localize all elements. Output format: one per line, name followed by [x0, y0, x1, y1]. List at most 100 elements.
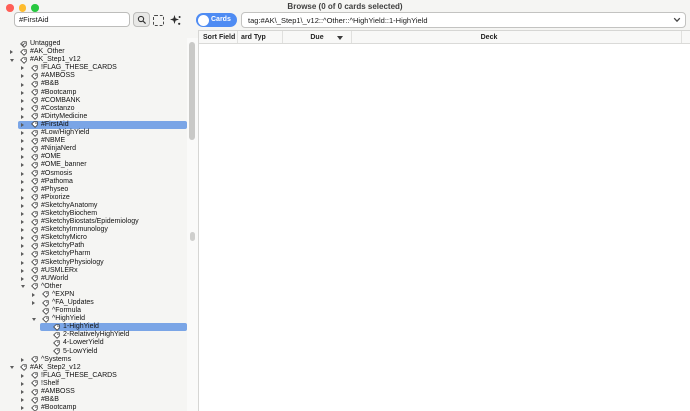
sidebar-item-fa-updates[interactable]: ^FA_Updates: [29, 299, 187, 307]
sidebar-item-ak-step2-v12[interactable]: #AK_Step2_v12: [7, 364, 187, 372]
table-body-empty[interactable]: [199, 44, 690, 411]
sidebar-item-shelf[interactable]: !Shelf: [18, 380, 187, 388]
sidebar-item-amboss[interactable]: #AMBOSS: [18, 388, 187, 396]
expander-collapsed-icon[interactable]: [21, 276, 31, 281]
sidebar-item-flag-these-cards[interactable]: !FLAG_THESE_CARDS: [18, 372, 187, 380]
expander-collapsed-icon[interactable]: [21, 244, 31, 249]
expander-collapsed-icon[interactable]: [21, 406, 31, 411]
sidebar-item-bootcamp[interactable]: #Bootcamp: [18, 89, 187, 97]
sidebar-item-other[interactable]: ^Other: [18, 283, 187, 291]
sidebar-item-sketchymicro[interactable]: #SketchyMicro: [18, 234, 187, 242]
expander-collapsed-icon[interactable]: [21, 236, 31, 241]
sidebar-item-combank[interactable]: #COMBANK: [18, 97, 187, 105]
chevron-down-icon[interactable]: [673, 17, 681, 23]
search-query-input[interactable]: [242, 13, 668, 27]
expander-expanded-icon[interactable]: [10, 58, 20, 62]
expander-collapsed-icon[interactable]: [21, 122, 31, 127]
expander-collapsed-icon[interactable]: [21, 131, 31, 136]
sidebar-item-usmlerx[interactable]: #USMLERx: [18, 267, 187, 275]
expander-collapsed-icon[interactable]: [10, 50, 20, 55]
sidebar-item-nbme[interactable]: #NBME: [18, 137, 187, 145]
cards-notes-toggle[interactable]: Cards: [196, 13, 237, 27]
expander-collapsed-icon[interactable]: [21, 171, 31, 176]
expander-expanded-icon[interactable]: [21, 285, 31, 289]
sidebar-item-sketchyphysiology[interactable]: #SketchyPhysiology: [18, 259, 187, 267]
expander-collapsed-icon[interactable]: [21, 212, 31, 217]
expander-collapsed-icon[interactable]: [21, 114, 31, 119]
expander-collapsed-icon[interactable]: [32, 301, 42, 306]
sidebar-item-costanzo[interactable]: #Costanzo: [18, 105, 187, 113]
sidebar-item-osmosis[interactable]: #Osmosis: [18, 170, 187, 178]
toggle-knob[interactable]: [197, 14, 209, 26]
expander-collapsed-icon[interactable]: [21, 90, 31, 95]
sidebar-item-untagged[interactable]: Untagged: [7, 40, 187, 48]
expander-collapsed-icon[interactable]: [21, 398, 31, 403]
sidebar-item-pixorize[interactable]: #Pixorize: [18, 194, 187, 202]
expander-collapsed-icon[interactable]: [21, 195, 31, 200]
sidebar-item-sketchyimmunology[interactable]: #SketchyImmunology: [18, 226, 187, 234]
expander-collapsed-icon[interactable]: [21, 220, 31, 225]
expander-collapsed-icon[interactable]: [21, 390, 31, 395]
expander-collapsed-icon[interactable]: [21, 260, 31, 265]
sidebar-item-2-relativelyhighyield[interactable]: 2-RelativelyHighYield: [40, 331, 187, 339]
sidebar-item-ak-other[interactable]: #AK_Other: [7, 48, 187, 56]
search-combobox[interactable]: [241, 12, 686, 28]
sidebar-item-sketchypath[interactable]: #SketchyPath: [18, 242, 187, 250]
expander-collapsed-icon[interactable]: [21, 74, 31, 79]
expander-collapsed-icon[interactable]: [21, 155, 31, 160]
expander-expanded-icon[interactable]: [10, 366, 20, 370]
expander-collapsed-icon[interactable]: [21, 147, 31, 152]
sidebar-item-ome[interactable]: #OME: [18, 153, 187, 161]
scrollbar-thumb[interactable]: [189, 42, 195, 140]
sort-arrow-icon[interactable]: [337, 36, 343, 40]
sidebar-item-firstaid[interactable]: #FirstAid: [18, 120, 187, 130]
sidebar-item-ak-step1-v12[interactable]: #AK_Step1_v12: [7, 56, 187, 64]
sidebar-item-sketchypharm[interactable]: #SketchyPharm: [18, 250, 187, 258]
sidebar-item-b-b[interactable]: #B&B: [18, 396, 187, 404]
sidebar-item-pathoma[interactable]: #Pathoma: [18, 178, 187, 186]
expander-collapsed-icon[interactable]: [21, 106, 31, 111]
expander-collapsed-icon[interactable]: [21, 163, 31, 168]
sidebar-item-bootcamp[interactable]: #Bootcamp: [18, 404, 187, 411]
sidebar-filter-input[interactable]: [14, 12, 130, 27]
expander-collapsed-icon[interactable]: [21, 179, 31, 184]
expander-collapsed-icon[interactable]: [21, 268, 31, 273]
sidebar-item-sketchyanatomy[interactable]: #SketchyAnatomy: [18, 202, 187, 210]
sidebar-scrollbar[interactable]: [187, 38, 198, 411]
column-header-due[interactable]: Due: [283, 31, 352, 43]
sidebar-item-formula[interactable]: ^Formula: [29, 307, 187, 315]
expander-collapsed-icon[interactable]: [21, 381, 31, 386]
sidebar-item-ome-banner[interactable]: #OME_banner: [18, 161, 187, 169]
sparkle-icon[interactable]: [168, 13, 182, 27]
expander-collapsed-icon[interactable]: [21, 66, 31, 71]
expander-collapsed-icon[interactable]: [21, 228, 31, 233]
expander-expanded-icon[interactable]: [32, 317, 42, 321]
sidebar-item-expn[interactable]: ^EXPN: [29, 291, 187, 299]
expander-collapsed-icon[interactable]: [32, 292, 42, 297]
expander-collapsed-icon[interactable]: [21, 187, 31, 192]
sidebar-item-flag-these-cards[interactable]: !FLAG_THESE_CARDS: [18, 64, 187, 72]
sidebar-item-highyield[interactable]: ^HighYield: [29, 315, 187, 323]
sidebar-item-systems[interactable]: ^Systems: [18, 356, 187, 364]
column-header-ard-typ[interactable]: ard Typ: [238, 31, 283, 43]
column-header-sort-field[interactable]: Sort Field: [199, 31, 238, 43]
search-button[interactable]: [133, 12, 150, 27]
sidebar-item-low-highyield[interactable]: #Low/HighYield: [18, 129, 187, 137]
sidebar-item-b-b[interactable]: #B&B: [18, 80, 187, 88]
expander-collapsed-icon[interactable]: [21, 203, 31, 208]
scrollbar-thumb-secondary[interactable]: [190, 232, 195, 241]
expander-collapsed-icon[interactable]: [21, 139, 31, 144]
sidebar-item-amboss[interactable]: #AMBOSS: [18, 72, 187, 80]
sidebar-item-physeo[interactable]: #Physeo: [18, 186, 187, 194]
select-area-icon[interactable]: [153, 15, 164, 26]
sidebar-item-dirtymedicine[interactable]: #DirtyMedicine: [18, 113, 187, 121]
expander-collapsed-icon[interactable]: [21, 252, 31, 257]
expander-collapsed-icon[interactable]: [21, 82, 31, 87]
expander-collapsed-icon[interactable]: [21, 98, 31, 103]
sidebar-item-4-loweryield[interactable]: 4-LowerYield: [40, 339, 187, 347]
sidebar-item-uworld[interactable]: #UWorld: [18, 275, 187, 283]
sidebar-item-sketchybiostats-epidemiology[interactable]: #SketchyBiostats/Epidemiology: [18, 218, 187, 226]
column-header-deck[interactable]: Deck: [352, 31, 682, 43]
expander-collapsed-icon[interactable]: [21, 373, 31, 378]
sidebar-item-1-highyield[interactable]: 1-HighYield: [40, 323, 187, 332]
